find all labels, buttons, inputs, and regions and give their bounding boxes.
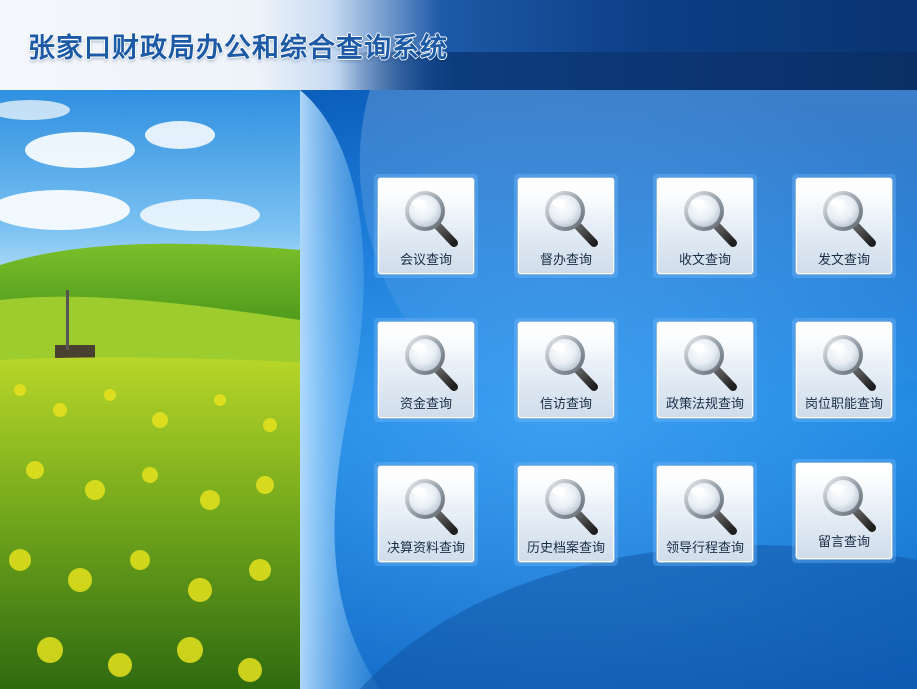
tile-label: 岗位职能查询 [804, 397, 883, 412]
tile-face: 信访查询 [518, 322, 614, 418]
tile-leader-schedule-query[interactable]: 领导行程查询 [653, 462, 757, 566]
magnifier-icon [679, 330, 739, 392]
tile-label: 资金查询 [399, 397, 452, 412]
magnifier-icon [818, 330, 878, 392]
tile-face: 政策法规查询 [657, 322, 753, 418]
tile-face: 资金查询 [378, 322, 474, 418]
magnifier-icon [400, 474, 460, 536]
landscape-image [0, 90, 300, 689]
tile-final-accounts-query[interactable]: 决算资料查询 [374, 462, 478, 566]
tile-label: 会议查询 [399, 253, 452, 268]
tile-label: 留言查询 [817, 535, 870, 550]
page-title: 张家口财政局办公和综合查询系统 [28, 33, 448, 64]
tile-face: 决算资料查询 [378, 466, 474, 562]
tile-label: 发文查询 [817, 253, 870, 268]
query-grid: 会议查询 督办查询 收文查询 发文查询 资金查询 信访查询 政策法规查询 岗位职… [374, 174, 904, 574]
magnifier-icon [679, 474, 739, 536]
tile-label: 政策法规查询 [665, 397, 744, 412]
tile-message-query[interactable]: 留言查询 [792, 459, 896, 563]
tile-outgoing-docs-query[interactable]: 发文查询 [792, 174, 896, 278]
tile-petition-query[interactable]: 信访查询 [514, 318, 618, 422]
tile-history-archive-query[interactable]: 历史档案查询 [514, 462, 618, 566]
tile-face: 留言查询 [796, 463, 892, 559]
tile-meeting-query[interactable]: 会议查询 [374, 174, 478, 278]
tile-label: 领导行程查询 [665, 541, 744, 556]
header: 张家口财政局办公和综合查询系统 [0, 0, 917, 90]
magnifier-icon [679, 186, 739, 248]
magnifier-icon [540, 186, 600, 248]
tile-label: 收文查询 [678, 253, 731, 268]
tile-face: 督办查询 [518, 178, 614, 274]
tile-label: 督办查询 [539, 253, 592, 268]
tile-label: 信访查询 [539, 397, 592, 412]
tile-face: 岗位职能查询 [796, 322, 892, 418]
magnifier-icon [818, 471, 878, 533]
tile-face: 领导行程查询 [657, 466, 753, 562]
tile-supervision-query[interactable]: 督办查询 [514, 174, 618, 278]
tile-face: 会议查询 [378, 178, 474, 274]
tile-label: 历史档案查询 [526, 541, 605, 556]
magnifier-icon [818, 186, 878, 248]
tile-policy-regulation-query[interactable]: 政策法规查询 [653, 318, 757, 422]
tile-job-function-query[interactable]: 岗位职能查询 [792, 318, 896, 422]
magnifier-icon [400, 186, 460, 248]
magnifier-icon [540, 330, 600, 392]
tile-face: 发文查询 [796, 178, 892, 274]
tile-face: 收文查询 [657, 178, 753, 274]
tile-incoming-docs-query[interactable]: 收文查询 [653, 174, 757, 278]
tile-funds-query[interactable]: 资金查询 [374, 318, 478, 422]
magnifier-icon [540, 474, 600, 536]
tile-face: 历史档案查询 [518, 466, 614, 562]
magnifier-icon [400, 330, 460, 392]
tile-label: 决算资料查询 [386, 541, 465, 556]
